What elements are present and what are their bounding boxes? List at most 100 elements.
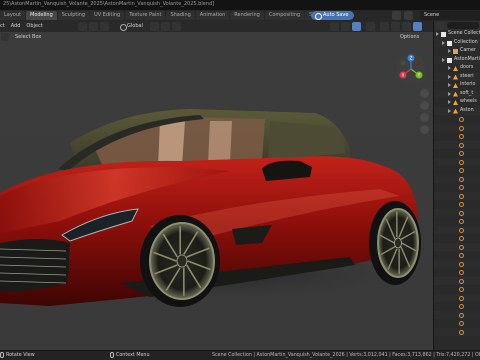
outliner-item[interactable]	[434, 268, 480, 277]
tab-layout[interactable]: Layout	[0, 11, 25, 20]
tab-uv-editing[interactable]: UV Editing	[90, 11, 125, 20]
tab-sculpting[interactable]: Sculpting	[57, 11, 90, 20]
outliner-item[interactable]	[434, 242, 480, 251]
xray-icon[interactable]	[366, 22, 375, 31]
expand-toggle-icon[interactable]	[448, 91, 451, 96]
shading-rendered-icon[interactable]	[413, 22, 422, 31]
outliner-item[interactable]: Camer	[434, 47, 480, 56]
tab-modeling[interactable]: Modeling	[26, 11, 57, 20]
outliner-item[interactable]	[434, 302, 480, 311]
outliner-item[interactable]: AstonMartin	[434, 55, 480, 64]
tab-animation[interactable]: Animation	[195, 11, 230, 20]
expand-toggle-icon[interactable]	[448, 83, 451, 87]
expand-toggle-icon[interactable]	[442, 40, 445, 45]
transform-orientation-dropdown[interactable]: Global	[118, 22, 149, 31]
mode-icon[interactable]	[78, 22, 87, 31]
outliner-item[interactable]	[434, 251, 480, 260]
shading-solid-icon[interactable]	[391, 22, 400, 31]
camera-view-icon[interactable]	[420, 113, 429, 122]
object-icon	[453, 66, 458, 71]
outliner-item[interactable]	[434, 259, 480, 268]
visibility-icon[interactable]	[330, 22, 339, 31]
outliner-item[interactable]: interio	[434, 81, 480, 90]
expand-toggle-icon[interactable]	[448, 74, 451, 79]
scene-statistics: Scene Collection | AstonMartin_Vanquish_…	[212, 353, 480, 358]
outliner-item[interactable]	[434, 132, 480, 141]
outliner-item[interactable]: wheels	[434, 98, 480, 107]
viewport-menu-ct[interactable]: ct	[0, 22, 5, 31]
proportional-edit-icon[interactable]	[172, 22, 181, 31]
expand-toggle-icon[interactable]	[448, 100, 451, 104]
scene-selector[interactable]: Scene	[420, 11, 480, 20]
outliner-item[interactable]: Aston	[434, 106, 480, 115]
select-box-tool[interactable]: Select Box	[11, 33, 45, 41]
outliner-item[interactable]: doors	[434, 64, 480, 73]
viewport-menu-object[interactable]: Object	[26, 22, 42, 31]
expand-toggle-icon[interactable]	[442, 57, 445, 62]
select-box-icon[interactable]	[1, 33, 9, 41]
tab-texture-paint[interactable]: Texture Paint	[125, 11, 166, 20]
outliner-panel: Scene Collect Collection Camer AstonMartin d…	[433, 21, 480, 350]
outliner-item[interactable]	[434, 293, 480, 302]
outliner-item[interactable]	[434, 234, 480, 243]
front-hub	[176, 254, 188, 268]
outliner-item[interactable]	[434, 123, 480, 132]
outliner-item[interactable]	[434, 217, 480, 226]
scene-icon[interactable]	[404, 11, 413, 20]
select-icon[interactable]	[100, 22, 109, 31]
material-icon	[459, 329, 464, 335]
outliner-item[interactable]: steeri	[434, 72, 480, 81]
auto-save-button[interactable]: Auto Save	[311, 11, 355, 20]
window-title: 25\AstonMartin_Vanquish_Volante_2025\Ast…	[0, 0, 480, 10]
outliner-search-input[interactable]	[447, 22, 479, 29]
gizmo-toggle-icon[interactable]	[341, 22, 350, 31]
outliner-item[interactable]	[434, 191, 480, 200]
outliner-item[interactable]	[434, 327, 480, 336]
outliner-mode-icon[interactable]	[436, 22, 444, 29]
view-layer-icon[interactable]	[392, 11, 401, 20]
grid-view-icon[interactable]	[420, 125, 429, 134]
tab-rendering[interactable]: Rendering	[230, 11, 264, 20]
navigation-gizmo[interactable]: X Y Z	[395, 53, 427, 85]
outliner-item-label: Camer	[460, 48, 476, 53]
shading-wireframe-icon[interactable]	[380, 22, 389, 31]
outliner-item[interactable]: Scene Collect	[434, 30, 480, 39]
outliner-item[interactable]: Collection	[434, 38, 480, 47]
outliner-item-label: wheels	[460, 99, 477, 104]
outliner-item[interactable]: soft_t	[434, 89, 480, 98]
expand-toggle-icon[interactable]	[448, 49, 451, 53]
outliner-item[interactable]	[434, 225, 480, 234]
pivot-icon[interactable]	[150, 22, 159, 31]
outliner-item[interactable]	[434, 276, 480, 285]
outliner-item[interactable]	[434, 166, 480, 175]
outliner-item[interactable]	[434, 157, 480, 166]
options-dropdown[interactable]: Options	[400, 33, 419, 41]
snap-icon[interactable]	[161, 22, 170, 31]
viewport-menu-add[interactable]: Add	[11, 22, 21, 31]
view-icon[interactable]	[89, 22, 98, 31]
outliner-item[interactable]	[434, 183, 480, 192]
expand-toggle-icon[interactable]	[448, 66, 451, 70]
material-icon	[459, 142, 464, 148]
outliner-item[interactable]	[434, 200, 480, 209]
outliner-item[interactable]	[434, 319, 480, 328]
outliner-item[interactable]	[434, 140, 480, 149]
outliner-item[interactable]	[434, 149, 480, 158]
outliner-item-label: steeri	[460, 73, 474, 79]
outliner-item[interactable]	[434, 174, 480, 183]
outliner-item[interactable]	[434, 310, 480, 319]
3d-viewport[interactable]: ct Add Object Global Select Box Options X …	[0, 21, 433, 350]
expand-toggle-icon[interactable]	[448, 108, 451, 113]
outliner-item[interactable]	[434, 208, 480, 217]
tab-shading[interactable]: Shading	[166, 11, 195, 20]
outliner-item[interactable]	[434, 285, 480, 294]
outliner-item[interactable]	[434, 115, 480, 124]
object-icon	[453, 83, 458, 88]
expand-toggle-icon[interactable]	[436, 32, 439, 36]
shading-material-icon[interactable]	[402, 22, 411, 31]
tab-compositing[interactable]: Compositing	[264, 11, 305, 20]
zoom-icon[interactable]	[420, 89, 429, 98]
pan-hand-icon[interactable]	[420, 101, 429, 110]
material-icon	[459, 261, 464, 267]
overlay-icon[interactable]	[352, 22, 361, 31]
